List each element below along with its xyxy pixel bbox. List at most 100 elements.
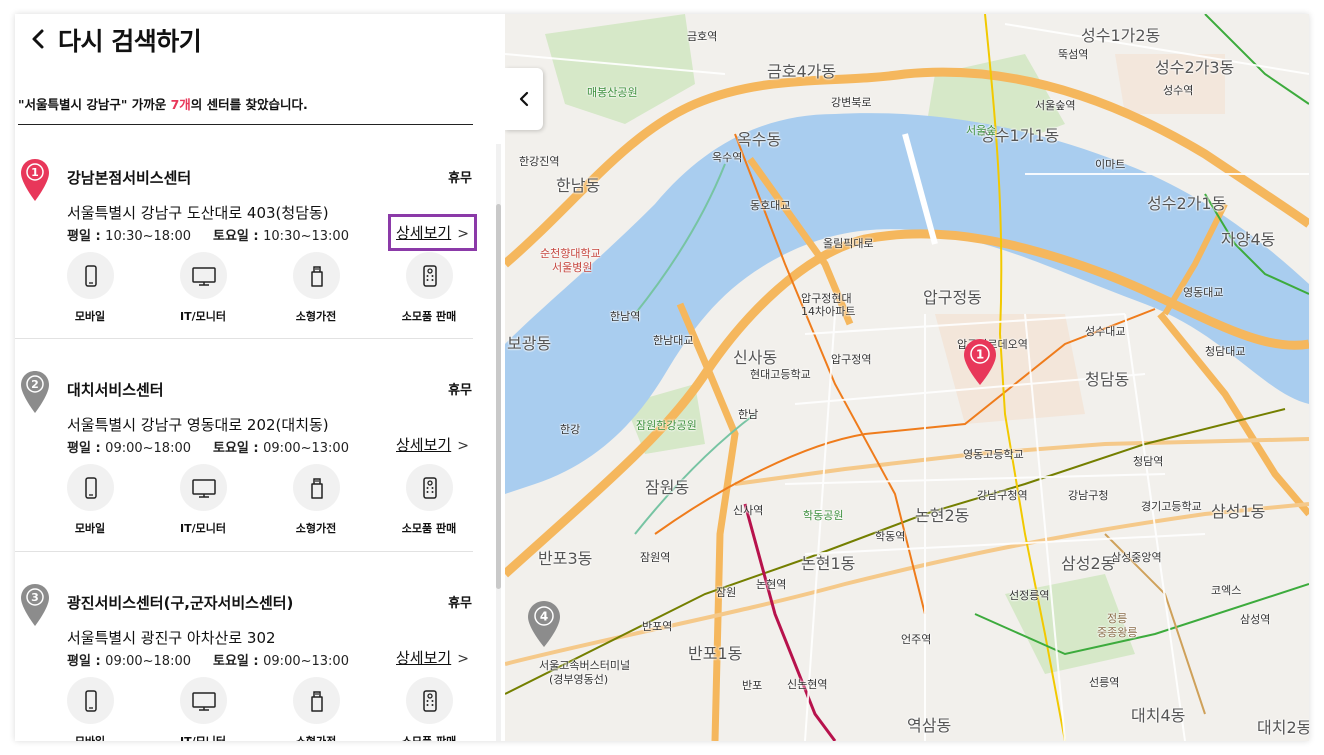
search-results-panel: 다시 검색하기 "서울특별시 강남구" 가까운 7개의 센터를 찾았습니다. 1… [15, 14, 505, 741]
map-label: 금호4가동 [767, 62, 837, 81]
service-label: IT/모니터 [158, 733, 248, 741]
map-label: 반포1동 [688, 644, 743, 663]
road-label: 올림픽대로 [823, 237, 874, 250]
place-label: 이마트 [1095, 158, 1126, 171]
park-label: 잠원한강공원 [636, 419, 697, 432]
service-label: 모바일 [45, 733, 135, 741]
map-label: 옥수동 [737, 130, 782, 149]
status-badge: 휴무 [448, 171, 472, 186]
bridge-label: 동호대교 [750, 199, 791, 212]
service-label: 모바일 [74, 522, 106, 535]
pin-number: 2 [31, 378, 39, 391]
place-label: 잠원 [716, 586, 737, 599]
station-label: 강남구청역 [977, 489, 1028, 502]
service-label: 소모품 판매 [401, 522, 457, 535]
center-name: 광진서비스센터(구,군자서비스센터) [67, 594, 294, 612]
place-label: 중종왕릉 [1097, 626, 1138, 639]
bridge-label: 한남대교 [653, 334, 694, 347]
pin-number: 1 [31, 166, 39, 179]
map-pin-icon: 3 [21, 584, 49, 626]
detail-label: 상세보기 [396, 436, 452, 454]
page-title[interactable]: 다시 검색하기 [58, 22, 202, 58]
service-consumables: 소모품 판매 [394, 252, 464, 323]
park-label: 학동공원 [803, 509, 844, 522]
center-name: 대치서비스센터 [67, 381, 164, 399]
monitor-icon [191, 266, 216, 286]
saturday-label: 토요일 : [213, 654, 264, 669]
service-monitor: IT/모니터 [168, 677, 238, 741]
saturday-label: 토요일 : [213, 441, 264, 456]
map-pin-4[interactable]: 4 [527, 600, 561, 648]
result-suffix: 의 센터를 찾았습니다. [190, 97, 308, 112]
center-address: 서울특별시 강남구 영동대로 202(대치동) [67, 416, 329, 434]
road-label: 강변북로 [831, 96, 872, 109]
map-label: 반포3동 [538, 549, 593, 568]
weekday-hours: 09:00~18:00 [105, 654, 191, 669]
station-label: 한강진역 [519, 155, 560, 168]
service-monitor: IT/모니터 [168, 464, 238, 535]
collapse-panel-button[interactable] [505, 68, 543, 130]
center-hours: 평일 : 09:00~18:00 토요일 : 09:00~13:00 [67, 650, 349, 669]
weekday-label: 평일 : [67, 441, 106, 456]
center-item-2[interactable]: 2 대치서비스센터 휴무 서울특별시 강남구 영동대로 202(대치동) 평일 … [15, 364, 490, 576]
place-label: 14차아파트 [801, 305, 856, 318]
status-badge: 휴무 [448, 596, 472, 611]
mobile-icon [84, 476, 97, 499]
service-label: 모바일 [74, 310, 106, 323]
small-appliance-icon [310, 690, 323, 712]
center-item-1[interactable]: 1 강남본점서비스센터 휴무 서울특별시 강남구 도산대로 403(청담동) 평… [15, 152, 490, 364]
center-hours: 평일 : 10:30~18:00 토요일 : 10:30~13:00 [67, 225, 349, 244]
map-label: 논현2동 [915, 506, 970, 525]
detail-label: 상세보기 [396, 649, 452, 667]
bridge-label: 영동대교 [1183, 286, 1224, 299]
detail-link[interactable]: 상세보기 > [388, 214, 477, 251]
map-view[interactable]: 옥수동 금호4가동 한남동 압구정동 신사동 청담동 잠원동 논현2동 논현1동… [505, 14, 1309, 741]
detail-label: 상세보기 [396, 224, 452, 242]
back-button[interactable] [25, 24, 51, 54]
weekday-label: 평일 : [67, 654, 106, 669]
service-mobile: 모바일 [55, 677, 125, 741]
service-small-appliance: 소형가전 [281, 252, 351, 323]
station-label: 서울숲역 [1035, 99, 1076, 112]
service-label: 소형가전 [295, 310, 337, 323]
weekday-label: 평일 : [67, 229, 106, 244]
place-label: 코엑스 [1211, 584, 1242, 597]
map-pin-1[interactable]: 1 [963, 338, 997, 386]
saturday-hours: 10:30~13:00 [263, 229, 349, 244]
service-list: 모바일 IT/모니터 소형가전 소모품 판매 [55, 464, 495, 535]
saturday-hours: 09:00~13:00 [263, 654, 349, 669]
pin-number: 4 [540, 610, 548, 624]
bridge-label: 청담대교 [1205, 345, 1246, 358]
map-pin-icon: 2 [21, 371, 49, 413]
monitor-icon [191, 478, 216, 498]
service-list: 모바일 IT/모니터 소형가전 소모품 판매 [55, 677, 495, 741]
station-label: 선릉역 [1089, 676, 1120, 689]
service-list: 모바일 IT/모니터 소형가전 소모품 판매 [55, 252, 495, 323]
station-label: 신논현역 [787, 678, 828, 691]
map-label: 자양4동 [1221, 230, 1276, 249]
place-label: 현대고등학교 [750, 368, 811, 381]
detail-link[interactable]: 상세보기 > [396, 647, 469, 668]
station-label: 논현역 [756, 578, 787, 591]
map-pin-icon: 1 [21, 159, 49, 201]
panel-header: 다시 검색하기 [15, 14, 505, 64]
station-label: 청담역 [1133, 455, 1164, 468]
service-mobile: 모바일 [55, 464, 125, 535]
map-label: 대치4동 [1131, 706, 1186, 725]
scrollbar-thumb[interactable] [496, 204, 501, 589]
detail-link[interactable]: 상세보기 > [396, 434, 469, 455]
divider [15, 338, 473, 339]
station-label: 언주역 [901, 633, 932, 646]
service-mobile: 모바일 [55, 252, 125, 323]
center-address: 서울특별시 광진구 아차산로 302 [67, 629, 276, 647]
consumables-icon [422, 689, 437, 712]
center-item-3[interactable]: 3 광진서비스센터(구,군자서비스센터) 휴무 서울특별시 광진구 아차산로 3… [15, 577, 490, 741]
small-appliance-icon [310, 477, 323, 499]
center-hours: 평일 : 09:00~18:00 토요일 : 09:00~13:00 [67, 437, 349, 456]
service-label: IT/모니터 [180, 522, 226, 535]
small-appliance-icon [310, 265, 323, 287]
monitor-icon [191, 691, 216, 711]
chevron-right-icon: > [457, 651, 469, 667]
station-label: 삼성중앙역 [1111, 551, 1162, 564]
service-label: 소모품 판매 [384, 733, 474, 741]
